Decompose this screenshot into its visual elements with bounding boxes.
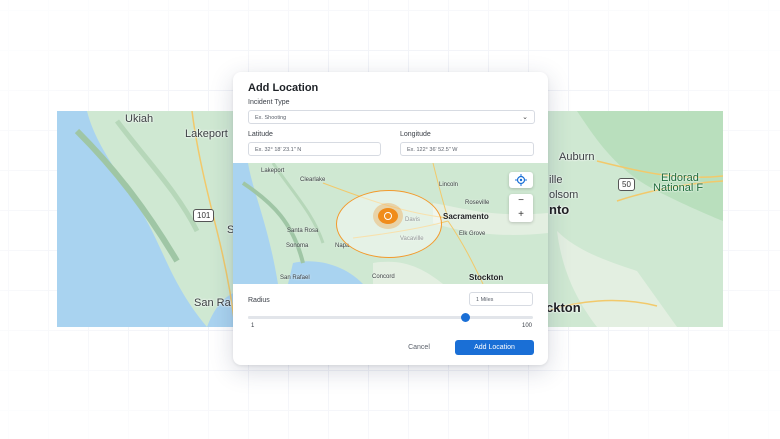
radius-slider[interactable] — [248, 313, 533, 322]
map-label-lakeport: Lakeport — [185, 128, 228, 140]
location-map[interactable]: Lakeport Clearlake Lincoln Roseville Sac… — [233, 163, 548, 284]
mini-map-label-stockton: Stockton — [469, 273, 504, 282]
mini-map-label-sonoma: Sonoma — [286, 243, 309, 249]
mini-map-label-lincoln: Lincoln — [439, 182, 459, 188]
mini-map-label-elk-grove: Elk Grove — [459, 231, 486, 237]
add-location-button[interactable]: Add Location — [455, 340, 534, 355]
cancel-button[interactable]: Cancel — [399, 341, 439, 355]
map-label-ille: ille — [549, 174, 563, 186]
add-location-modal: Add Location Incident Type Ex. Shooting … — [233, 72, 548, 365]
incident-type-select[interactable]: Ex. Shooting ⌄ — [248, 110, 535, 124]
latitude-input[interactable]: Ex. 32° 18' 23.1" N — [248, 142, 381, 156]
zoom-controls: − + — [509, 194, 533, 222]
mini-map-label-lakeport: Lakeport — [261, 168, 285, 174]
location-pin-icon[interactable] — [378, 208, 398, 224]
latitude-label: Latitude — [248, 131, 273, 138]
incident-type-label: Incident Type — [248, 99, 290, 106]
map-label-ckton: ckton — [546, 300, 581, 315]
map-label-nto: nto — [549, 202, 570, 217]
radius-slider-thumb[interactable] — [461, 313, 470, 322]
us50-shield-icon: 50 — [618, 178, 635, 191]
us101-shield-icon: 101 — [193, 209, 215, 222]
zoom-out-button[interactable]: − — [509, 194, 533, 208]
incident-type-placeholder: Ex. Shooting — [255, 115, 287, 121]
mini-map-label-roseville: Roseville — [465, 200, 490, 206]
longitude-label: Longitude — [400, 131, 431, 138]
map-label-san-ra: San Ra — [194, 297, 231, 309]
mini-map-label-concord: Concord — [372, 274, 395, 280]
radius-circle — [336, 190, 442, 258]
zoom-in-button[interactable]: + — [509, 208, 533, 222]
longitude-input[interactable]: Ex. 122° 36' 52.5" W — [400, 142, 534, 156]
map-label-ukiah: Ukiah — [125, 113, 154, 125]
radius-max-label: 100 — [522, 323, 533, 329]
locate-icon — [515, 174, 527, 186]
modal-title: Add Location — [248, 82, 319, 94]
map-label-auburn: Auburn — [559, 151, 595, 163]
map-label-olsom: olsom — [549, 189, 579, 201]
radius-min-label: 1 — [251, 323, 255, 329]
map-label-national-forest: National F — [653, 182, 704, 194]
mini-map-label-san-rafael: San Rafael — [280, 275, 310, 281]
radius-label: Radius — [248, 297, 270, 304]
my-location-button[interactable] — [509, 172, 533, 188]
mini-map-label-clearlake: Clearlake — [300, 177, 326, 183]
chevron-down-icon: ⌄ — [522, 114, 528, 121]
radius-value-input[interactable]: 1 Miles — [469, 292, 533, 306]
mini-map-label-sacramento: Sacramento — [443, 212, 489, 221]
mini-map-label-santa-rosa: Santa Rosa — [287, 228, 319, 234]
radius-slider-fill — [248, 316, 465, 319]
